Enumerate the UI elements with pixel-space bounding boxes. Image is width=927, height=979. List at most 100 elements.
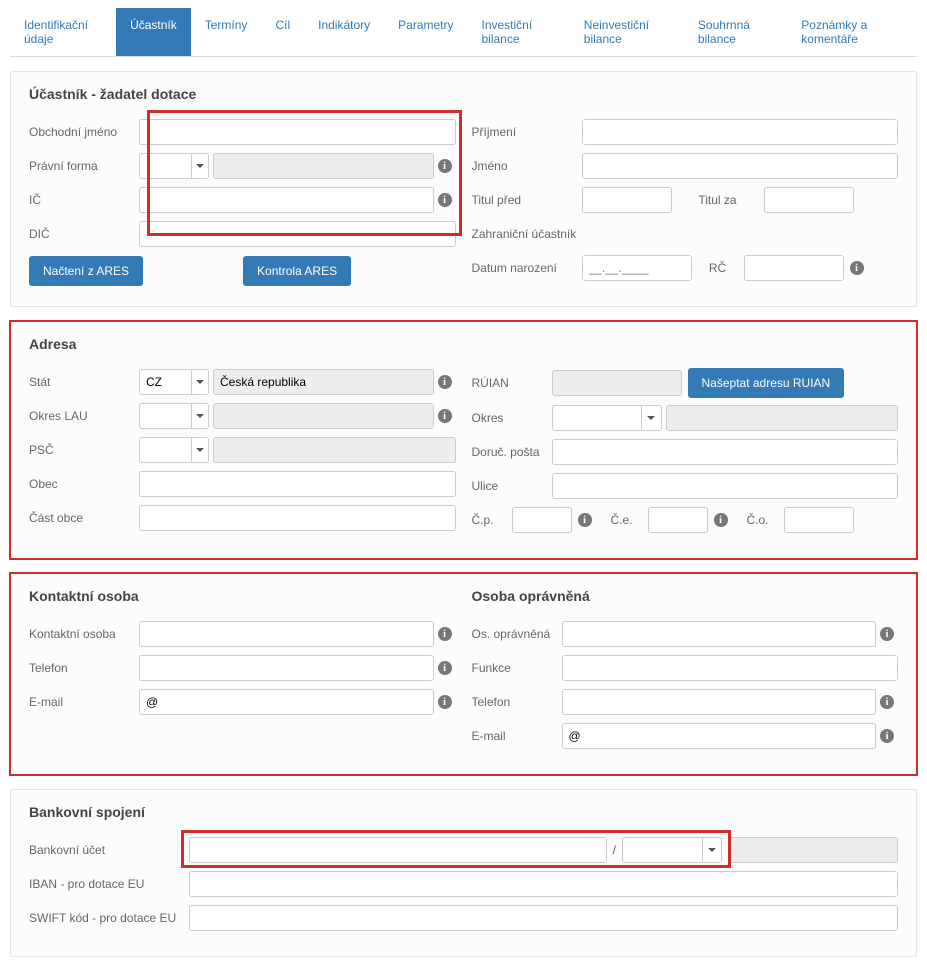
- dropdown-okres-lau[interactable]: [191, 403, 209, 429]
- input-cast-obce[interactable]: [139, 505, 456, 531]
- label-titul-za: Titul za: [678, 193, 758, 207]
- label-titul-pred: Titul před: [472, 193, 582, 207]
- input-obchodni-jmeno[interactable]: [139, 119, 456, 145]
- tab-terminy[interactable]: Termíny: [191, 8, 262, 56]
- input-okres-lau-code[interactable]: [139, 403, 191, 429]
- info-icon[interactable]: i: [880, 627, 894, 641]
- label-iban: IBAN - pro dotace EU: [29, 877, 189, 891]
- input-kontaktni-osoba[interactable]: [139, 621, 434, 647]
- input-telefon-ko[interactable]: [139, 655, 434, 681]
- separator-slash: /: [613, 843, 616, 857]
- label-bankovni-ucet: Bankovní účet: [29, 843, 189, 857]
- label-prijmeni: Příjmení: [472, 125, 582, 139]
- label-obchodni-jmeno: Obchodní jméno: [29, 125, 139, 139]
- label-dic: DIČ: [29, 227, 139, 241]
- tab-poznamky[interactable]: Poznámky a komentáře: [787, 8, 917, 56]
- info-icon[interactable]: i: [438, 375, 452, 389]
- input-bankovni-code[interactable]: [622, 837, 702, 863]
- tab-identifikacni[interactable]: Identifikační údaje: [10, 8, 116, 56]
- info-icon[interactable]: i: [438, 627, 452, 641]
- caret-icon: [196, 164, 204, 168]
- input-co[interactable]: [784, 507, 854, 533]
- info-icon[interactable]: i: [438, 409, 452, 423]
- input-ulice[interactable]: [552, 473, 899, 499]
- panel-banka-title: Bankovní spojení: [29, 804, 898, 820]
- dropdown-psc[interactable]: [191, 437, 209, 463]
- label-ic: IČ: [29, 193, 139, 207]
- info-icon[interactable]: i: [880, 695, 894, 709]
- dropdown-okres[interactable]: [641, 405, 662, 431]
- input-ruian: [552, 370, 682, 396]
- label-co: Č.o.: [738, 513, 778, 527]
- input-bankovni-bank: [728, 837, 898, 863]
- input-okres-code[interactable]: [552, 405, 641, 431]
- panel-ucastnik-title: Účastník - žadatel dotace: [29, 86, 898, 102]
- label-ce: Č.e.: [602, 513, 642, 527]
- tab-parametry[interactable]: Parametry: [384, 8, 467, 56]
- input-stat-code[interactable]: [139, 369, 191, 395]
- label-zahranicni: Zahraniční účastník: [472, 227, 582, 241]
- tab-cil[interactable]: Cíl: [261, 8, 304, 56]
- caret-icon: [196, 448, 204, 452]
- info-icon[interactable]: i: [880, 729, 894, 743]
- label-pravni-forma: Právní forma: [29, 159, 139, 173]
- label-cast-obce: Část obce: [29, 511, 139, 525]
- info-icon[interactable]: i: [850, 261, 864, 275]
- input-iban[interactable]: [189, 871, 898, 897]
- label-jmeno: Jméno: [472, 159, 582, 173]
- label-rc: RČ: [698, 261, 738, 275]
- label-obec: Obec: [29, 477, 139, 491]
- tab-investicni[interactable]: Investiční bilance: [468, 8, 570, 56]
- button-kontrola-ares[interactable]: Kontrola ARES: [243, 256, 351, 286]
- input-titul-za[interactable]: [764, 187, 854, 213]
- input-prijmeni[interactable]: [582, 119, 899, 145]
- info-icon[interactable]: i: [578, 513, 592, 527]
- input-email-ko[interactable]: [139, 689, 434, 715]
- button-naseptat-ruian[interactable]: Našeptat adresu RUIAN: [688, 368, 845, 398]
- caret-icon: [196, 380, 204, 384]
- info-icon[interactable]: i: [438, 661, 452, 675]
- input-ce[interactable]: [648, 507, 708, 533]
- dropdown-stat[interactable]: [191, 369, 209, 395]
- input-rc[interactable]: [744, 255, 844, 281]
- input-telefon-op[interactable]: [562, 689, 877, 715]
- input-okres-text: [666, 405, 899, 431]
- input-funkce[interactable]: [562, 655, 899, 681]
- info-icon[interactable]: i: [714, 513, 728, 527]
- input-ic[interactable]: [139, 187, 434, 213]
- title-kontaktni-osoba: Kontaktní osoba: [29, 588, 456, 604]
- input-obec[interactable]: [139, 471, 456, 497]
- dropdown-bankovni-code[interactable]: [702, 837, 722, 863]
- tab-indikatory[interactable]: Indikátory: [304, 8, 384, 56]
- caret-icon: [647, 416, 655, 420]
- input-os-opravnena[interactable]: [562, 621, 877, 647]
- label-kontaktni-osoba: Kontaktní osoba: [29, 627, 139, 641]
- input-dic[interactable]: [139, 221, 456, 247]
- input-titul-pred[interactable]: [582, 187, 672, 213]
- dropdown-pravni-forma[interactable]: [191, 153, 209, 179]
- caret-icon: [708, 848, 716, 852]
- label-email-ko: E-mail: [29, 695, 139, 709]
- input-psc-code[interactable]: [139, 437, 191, 463]
- input-cp[interactable]: [512, 507, 572, 533]
- label-ulice: Ulice: [472, 479, 552, 493]
- input-datum-narozeni[interactable]: [582, 255, 692, 281]
- input-swift[interactable]: [189, 905, 898, 931]
- tab-neinvesticni[interactable]: Neinvestiční bilance: [570, 8, 684, 56]
- title-osoba-opravnena: Osoba oprávněná: [472, 588, 899, 604]
- input-pravni-forma-code[interactable]: [139, 153, 191, 179]
- info-icon[interactable]: i: [438, 159, 452, 173]
- panel-kontakt: Kontaktní osoba Kontaktní osoba i Telefo…: [10, 573, 917, 775]
- input-doruc-posta[interactable]: [552, 439, 899, 465]
- input-jmeno[interactable]: [582, 153, 899, 179]
- label-stat: Stát: [29, 375, 139, 389]
- input-bankovni-ucet[interactable]: [189, 837, 607, 863]
- label-datum-narozeni: Datum narození: [472, 261, 582, 275]
- info-icon[interactable]: i: [438, 695, 452, 709]
- tab-souhrnna[interactable]: Souhrnná bilance: [684, 8, 787, 56]
- input-email-op[interactable]: [562, 723, 877, 749]
- tab-ucastnik[interactable]: Účastník: [116, 8, 191, 56]
- button-nacteni-ares[interactable]: Načtení z ARES: [29, 256, 143, 286]
- info-icon[interactable]: i: [438, 193, 452, 207]
- label-os-opravnena: Os. oprávněná: [472, 627, 562, 641]
